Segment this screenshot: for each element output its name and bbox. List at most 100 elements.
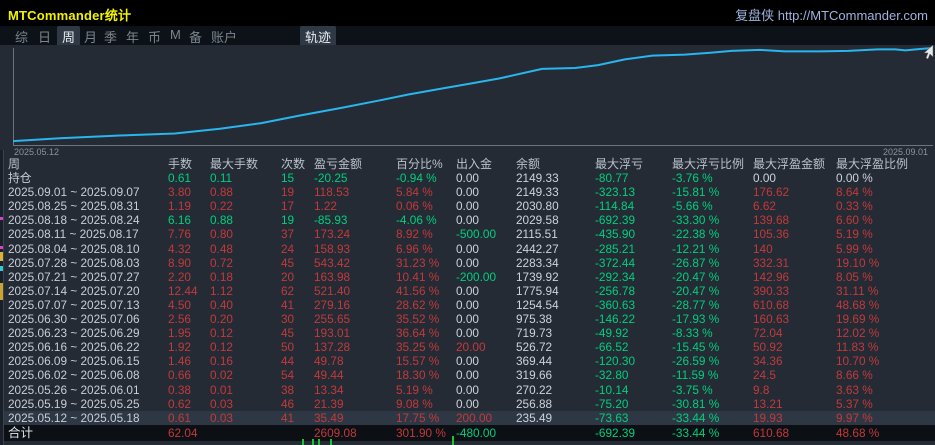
- cell: -500.00: [456, 227, 497, 242]
- cell: -0.94 %: [396, 171, 437, 186]
- cell: 390.33: [753, 283, 790, 298]
- menu-item-guiji[interactable]: 轨迹: [300, 26, 337, 47]
- table-row[interactable]: 2025.08.18 ~ 2025.08.24 6.16 0.88 19 -85.93 -…: [0, 213, 935, 227]
- menu-item-zhou[interactable]: 周: [57, 26, 81, 47]
- cell: 0.00: [456, 312, 479, 327]
- cell: 11.83 %: [836, 340, 879, 355]
- cell: 9.08 %: [396, 396, 433, 411]
- table-row[interactable]: 2025.06.09 ~ 2025.06.15 1.46 0.16 44 49.78 15…: [0, 354, 935, 368]
- cell: 20.00: [456, 340, 486, 355]
- cell: 12.44: [168, 283, 198, 298]
- menu-item-bi[interactable]: 币: [143, 26, 166, 47]
- cell: 0.22: [210, 199, 233, 214]
- column-header-1[interactable]: 手数: [168, 157, 210, 171]
- table-row[interactable]: 2025.06.02 ~ 2025.06.08 0.66 0.02 54 49.44 18…: [0, 368, 935, 382]
- cell: -33.44 %: [672, 410, 720, 425]
- cell: 279.16: [314, 297, 351, 312]
- cell: 1.46: [168, 354, 191, 369]
- column-header-7[interactable]: 余额: [516, 157, 595, 171]
- menu-item-nian[interactable]: 年: [121, 26, 144, 47]
- table-row[interactable]: 2025.08.25 ~ 2025.08.31 1.19 0.22 17 1.22 0.0…: [0, 199, 935, 213]
- column-header-0[interactable]: 周: [8, 157, 168, 171]
- column-header-2[interactable]: 最大手数: [210, 157, 281, 171]
- cell: -26.59 %: [672, 354, 720, 369]
- column-header-9[interactable]: 最大浮亏比例: [672, 157, 753, 171]
- cell: 140: [753, 241, 773, 256]
- cell: 163.98: [314, 269, 351, 284]
- menu-item-bei[interactable]: 备: [184, 26, 207, 47]
- table-row[interactable]: 2025.06.23 ~ 2025.06.29 1.95 0.12 45 193.01 3…: [0, 326, 935, 340]
- table-row[interactable]: 2025.06.30 ~ 2025.07.06 2.56 0.20 30 255.65 3…: [0, 312, 935, 326]
- row-label: 2025.08.25 ~ 2025.08.31: [8, 199, 140, 214]
- cell: 0.00: [456, 199, 479, 214]
- menu-item-ji[interactable]: 季: [99, 26, 122, 47]
- cell: 0.62: [168, 396, 191, 411]
- table-row[interactable]: 2025.07.21 ~ 2025.07.27 2.20 0.18 20 163.98 1…: [0, 270, 935, 284]
- cell: 19.93: [753, 410, 783, 425]
- cell: 20: [281, 269, 295, 284]
- cell: 21.39: [314, 396, 344, 411]
- cell: 19: [281, 185, 295, 200]
- cell: 1.12: [210, 283, 233, 298]
- row-label: 持仓: [8, 171, 32, 186]
- totals-row: 合计 62.04 2609.08 301.90 % -480.00 -692.39 -33.…: [0, 425, 935, 441]
- cell: 2149.33: [516, 185, 559, 200]
- table-row[interactable]: 2025.05.26 ~ 2025.06.01 0.38 0.01 38 13.34 5.…: [0, 383, 935, 397]
- cell: -15.81 %: [672, 185, 720, 200]
- cell: -692.39: [595, 213, 636, 228]
- equity-chart-panel: 2025.05.12 2025.09.01: [0, 45, 935, 157]
- table-row[interactable]: 2025.07.28 ~ 2025.08.03 8.90 0.72 45 543.42 3…: [0, 256, 935, 270]
- cell: -75.20: [595, 396, 629, 411]
- cell: 0.72: [210, 255, 233, 270]
- table-row[interactable]: 2025.05.12 ~ 2025.05.18 0.61 0.03 41 35.49 17…: [0, 410, 935, 425]
- cell: 3.63 %: [836, 382, 873, 397]
- cell: 0.06 %: [396, 199, 433, 214]
- cell: 1739.92: [516, 269, 559, 284]
- cell: -30.81 %: [672, 396, 720, 411]
- column-header-3[interactable]: 次数: [281, 157, 314, 171]
- table-row[interactable]: 2025.07.07 ~ 2025.07.13 4.50 0.40 41 279.16 2…: [0, 298, 935, 312]
- column-header-8[interactable]: 最大浮亏: [595, 157, 672, 171]
- cell: -28.77 %: [672, 297, 720, 312]
- cell: 0.38: [168, 382, 191, 397]
- cell: 319.66: [516, 368, 553, 383]
- cell: -3.75 %: [672, 382, 713, 397]
- table-row[interactable]: 持仓 0.61 0.11 15 -20.25 -0.94 % 0.00 2149.33 -80.…: [0, 171, 935, 185]
- table-row[interactable]: 2025.05.19 ~ 2025.05.25 0.62 0.03 46 21.39 9.…: [0, 397, 935, 411]
- cell: 0.00: [456, 241, 479, 256]
- column-header-6[interactable]: 出入金: [456, 157, 516, 171]
- menu-item-ri[interactable]: 日: [33, 26, 56, 47]
- menu-item-m[interactable]: M: [165, 26, 186, 43]
- table-row[interactable]: 2025.06.16 ~ 2025.06.22 1.92 0.12 50 137.28 3…: [0, 340, 935, 354]
- cell: 118.53: [314, 185, 350, 200]
- cell: 13.21: [753, 396, 783, 411]
- row-label: 2025.06.09 ~ 2025.06.15: [8, 354, 140, 369]
- brand-link[interactable]: 复盘侠 http://MTCommander.com: [735, 5, 928, 24]
- cell: 2.20: [168, 269, 191, 284]
- column-header-11[interactable]: 最大浮盈比例: [836, 157, 935, 171]
- cell: 0.00: [456, 396, 479, 411]
- cell: 3.80: [168, 185, 191, 200]
- cell: 9.97 %: [836, 410, 873, 425]
- cell: -323.13: [595, 185, 636, 200]
- table-row[interactable]: 2025.08.11 ~ 2025.08.17 7.76 0.80 37 173.24 8…: [0, 227, 935, 241]
- cell: -146.22: [595, 312, 636, 327]
- menu-item-zong[interactable]: 综: [10, 26, 33, 47]
- cell: 0.03: [210, 396, 233, 411]
- cell: 521.40: [314, 283, 351, 298]
- cell: 0.61: [168, 410, 191, 425]
- column-header-10[interactable]: 最大浮盈金额: [753, 157, 836, 171]
- menu-item-zhanghu[interactable]: 账户: [206, 26, 242, 47]
- cell: 28.62 %: [396, 297, 440, 312]
- column-header-4[interactable]: 盈亏金额: [314, 157, 396, 171]
- cell: 105.36: [753, 227, 790, 242]
- column-header-5[interactable]: 百分比%: [396, 157, 456, 171]
- row-label: 2025.06.16 ~ 2025.06.22: [8, 340, 140, 355]
- table-row[interactable]: 2025.07.14 ~ 2025.07.20 12.44 1.12 62 521.40…: [0, 284, 935, 298]
- cell: 0.01: [210, 382, 233, 397]
- cell: 50: [281, 340, 295, 355]
- table-row[interactable]: 2025.08.04 ~ 2025.08.10 4.32 0.48 24 158.93 6…: [0, 242, 935, 256]
- table-row[interactable]: 2025.09.01 ~ 2025.09.07 3.80 0.88 19 118.53 5…: [0, 185, 935, 199]
- tick-mark: [330, 439, 332, 445]
- cell: 200.00: [456, 410, 493, 425]
